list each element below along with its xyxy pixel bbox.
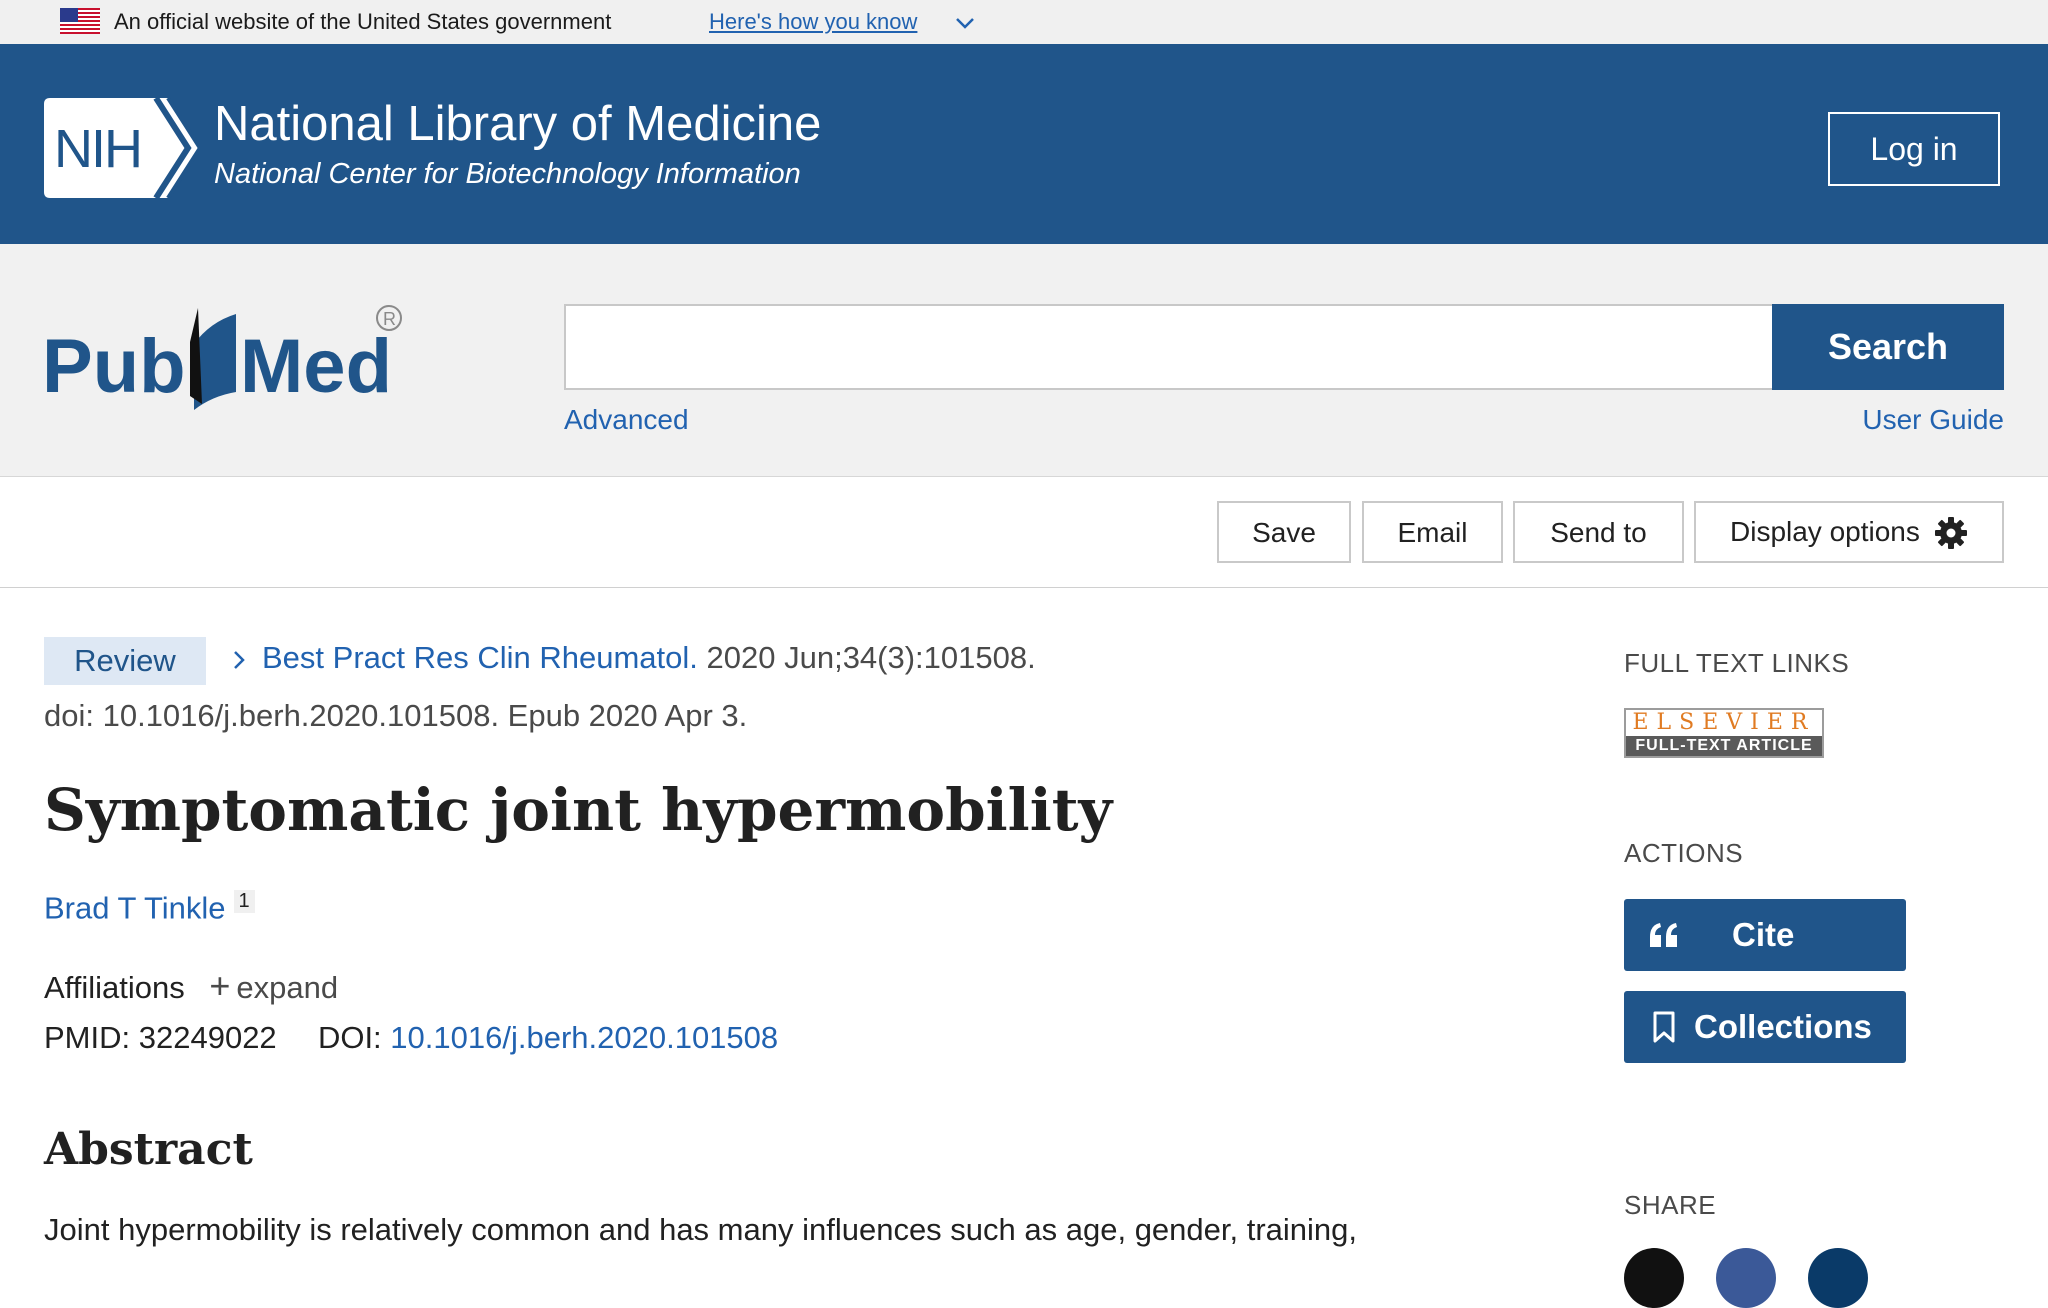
doi-label: DOI:	[317, 1020, 382, 1055]
abstract-heading: Abstract	[44, 1124, 253, 1175]
advanced-search-link[interactable]: Advanced	[564, 404, 689, 436]
affiliation-ref[interactable]: 1	[233, 890, 255, 913]
citation-details: 2020 Jun;34(3):101508.	[697, 640, 1036, 675]
plus-icon: +	[209, 965, 231, 1006]
doi-epub-line: doi: 10.1016/j.berh.2020.101508. Epub 20…	[44, 698, 748, 733]
us-flag-icon	[60, 8, 100, 34]
display-options-button[interactable]: Display options	[1694, 501, 2004, 563]
bookmark-icon	[1653, 1011, 1675, 1043]
pubmed-logo-icon[interactable]: Pub Med R	[40, 292, 420, 422]
cite-button[interactable]: Cite	[1624, 899, 1906, 971]
gov-banner: An official website of the United States…	[0, 0, 2048, 44]
affiliations-label: Affiliations	[44, 970, 185, 1005]
gear-icon	[1935, 517, 1967, 549]
article-type-badge: Review	[44, 637, 206, 685]
actions-heading: ACTIONS	[1624, 838, 1744, 868]
cite-label: Cite	[1732, 916, 1795, 953]
chevron-down-icon[interactable]	[954, 12, 976, 34]
affiliations-expand-toggle[interactable]: + expand	[209, 965, 339, 1006]
full-text-article-label: FULL-TEXT ARTICLE	[1626, 736, 1822, 756]
gov-banner-text: An official website of the United States…	[114, 9, 612, 34]
author-list: Brad T Tinkle 1	[44, 890, 255, 926]
pmid-label: PMID:	[44, 1020, 131, 1055]
elsevier-full-text-link[interactable]: ELSEVIER FULL-TEXT ARTICLE	[1624, 708, 1824, 758]
identifiers-row: PMID: 32249022 DOI: 10.1016/j.berh.2020.…	[44, 1020, 778, 1056]
expand-label: expand	[236, 970, 339, 1005]
linkedin-icon[interactable]	[1808, 1248, 1868, 1308]
article-toolbar: Save Email Send to Display options	[0, 477, 2048, 588]
nih-header: NIH National Library of Medicine Nationa…	[0, 44, 2048, 244]
search-input[interactable]	[564, 304, 1774, 390]
send-to-button[interactable]: Send to	[1513, 501, 1684, 563]
quote-icon	[1650, 923, 1677, 947]
svg-text:R: R	[383, 309, 396, 329]
affiliations-row: Affiliations + expand	[44, 965, 338, 1007]
search-button[interactable]: Search	[1772, 304, 2004, 390]
collections-label: Collections	[1694, 1008, 1872, 1045]
abstract-text: Joint hypermobility is relatively common…	[44, 1212, 1358, 1247]
author-link[interactable]: Brad T Tinkle	[44, 890, 226, 925]
ncbi-subtitle[interactable]: National Center for Biotechnology Inform…	[214, 158, 801, 191]
pmid-value: 32249022	[138, 1020, 277, 1055]
share-heading: SHARE	[1624, 1190, 1717, 1220]
elsevier-label: ELSEVIER	[1626, 710, 1822, 736]
collections-button[interactable]: Collections	[1624, 991, 1906, 1063]
nih-logo-text: NIH	[54, 119, 141, 179]
chevron-right-icon	[234, 650, 245, 669]
login-button[interactable]: Log in	[1828, 112, 2000, 186]
svg-text:Med: Med	[240, 324, 392, 409]
email-button[interactable]: Email	[1362, 501, 1503, 563]
doi-link[interactable]: 10.1016/j.berh.2020.101508	[390, 1020, 778, 1055]
pubmed-logo-text: Pub	[42, 324, 186, 409]
search-area: Pub Med R Search Advanced User Guide	[0, 244, 2048, 477]
facebook-icon[interactable]	[1716, 1248, 1776, 1308]
how-you-know-link[interactable]: Here's how you know	[709, 0, 917, 44]
article-title: Symptomatic joint hypermobility	[44, 776, 1113, 844]
save-button[interactable]: Save	[1217, 501, 1351, 563]
citation-line: Best Pract Res Clin Rheumatol. 2020 Jun;…	[228, 640, 1036, 676]
full-text-links-heading: FULL TEXT LINKS	[1624, 648, 1850, 678]
nih-logo-icon[interactable]: NIH	[44, 98, 200, 198]
twitter-icon[interactable]	[1624, 1248, 1684, 1308]
display-options-label: Display options	[1730, 516, 1920, 547]
journal-link[interactable]: Best Pract Res Clin Rheumatol.	[262, 640, 698, 675]
nlm-title[interactable]: National Library of Medicine	[214, 96, 821, 152]
user-guide-link[interactable]: User Guide	[1862, 404, 2004, 436]
